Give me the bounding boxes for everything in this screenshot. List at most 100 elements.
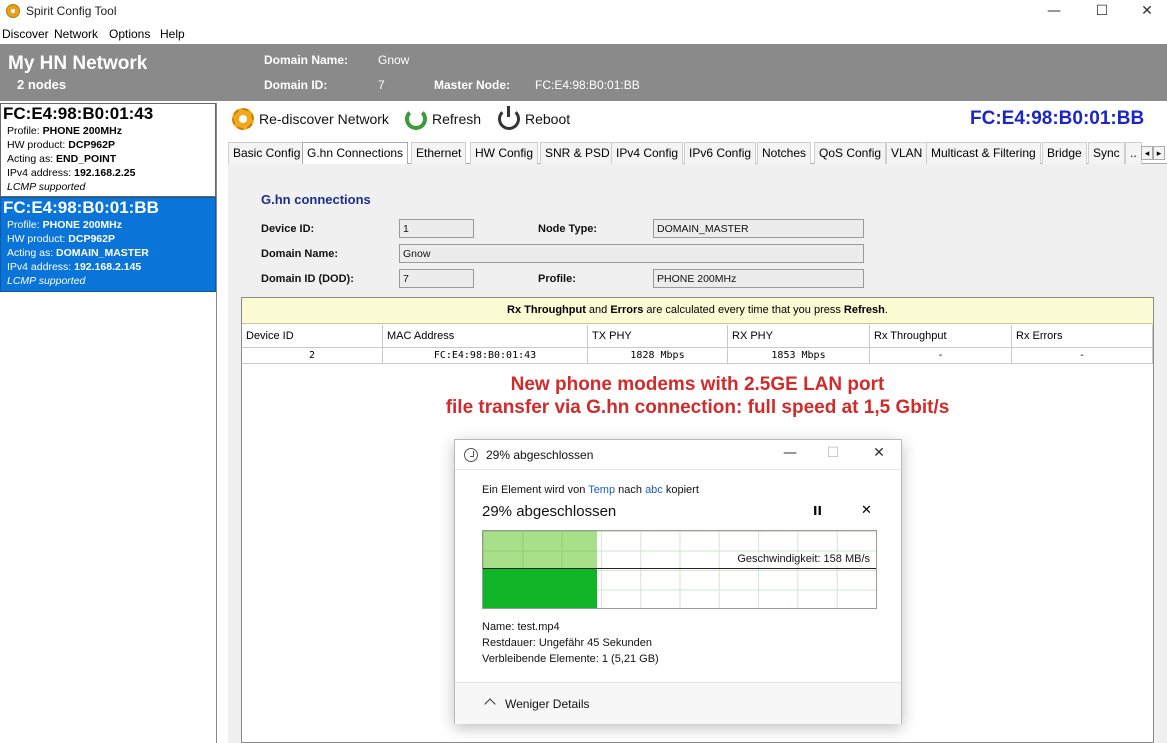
progress-fill-light	[483, 531, 597, 569]
master-node-value: FC:E4:98:B0:01:BB	[535, 78, 640, 92]
node-ipv4: IPv4 address: 192.168.2.145	[7, 261, 142, 273]
annotation-line-1: New phone modems with 2.5GE LAN port	[510, 374, 885, 395]
dialog-titlebar: 29% abgeschlossen — ☐ ✕	[455, 440, 901, 470]
tab-basic-config[interactable]: Basic Config	[228, 142, 306, 164]
menu-help[interactable]: Help	[160, 27, 185, 41]
close-button[interactable]: ✕	[1124, 0, 1167, 24]
maximize-button[interactable]: ☐	[1079, 0, 1125, 24]
node-lcmp: LCMP supported	[7, 275, 86, 287]
refresh-button[interactable]: Refresh	[405, 106, 481, 132]
refresh-icon	[405, 108, 427, 130]
domain-name-value: Gnow	[378, 53, 410, 67]
tab-snr-psd[interactable]: SNR & PSD	[540, 142, 615, 164]
master-node-label: Master Node:	[434, 78, 511, 92]
dialog-minimize-button[interactable]: —	[775, 445, 805, 461]
fewer-details-button[interactable]: Weniger Details	[505, 697, 589, 711]
node-mac: FC:E4:98:B0:01:BB	[3, 198, 159, 217]
table-cell[interactable]: 1853 Mbps	[728, 348, 870, 364]
menu-network[interactable]: Network	[54, 27, 98, 41]
remaining-items: Verbleibende Elemente: 1 (5,21 GB)	[482, 653, 659, 665]
domain-id-label: Domain ID:	[264, 78, 328, 92]
copy-progress-dialog: 29% abgeschlossen — ☐ ✕ Ein Element wird…	[454, 439, 902, 724]
dialog-close-button[interactable]: ✕	[864, 445, 894, 461]
power-icon	[498, 106, 520, 130]
node-acting-as: Acting as: END_POINT	[7, 153, 117, 165]
minimize-button[interactable]: —	[1031, 0, 1077, 24]
reboot-button[interactable]: Reboot	[498, 106, 570, 132]
pause-button[interactable]: II	[813, 504, 822, 518]
col-rx-phy[interactable]: RX PHY	[728, 325, 870, 348]
profile-field: PHONE 200MHz	[653, 269, 864, 288]
dialog-maximize-button: ☐	[826, 445, 840, 461]
node-type-field: DOMAIN_MASTER	[653, 219, 864, 238]
domain-id-dod-field: 7	[399, 269, 474, 288]
tab-ipv6-config[interactable]: IPv6 Config	[684, 142, 757, 164]
destination-folder-link[interactable]: abc	[645, 484, 663, 496]
dialog-title: 29% abgeschlossen	[486, 448, 594, 462]
annotation-line-2: file transfer via G.hn connection: full …	[445, 397, 950, 418]
tab-ipv4-config[interactable]: IPv4 Config	[611, 142, 684, 164]
table-cell[interactable]: FC:E4:98:B0:01:43	[383, 348, 588, 364]
tab-hw-config[interactable]: HW Config	[470, 142, 539, 164]
node-list: FC:E4:98:B0:01:43 Profile: PHONE 200MHz …	[0, 103, 217, 743]
col-rx-errors[interactable]: Rx Errors	[1012, 325, 1153, 348]
node-type-label: Node Type:	[538, 223, 598, 235]
node-item-selected[interactable]: FC:E4:98:B0:01:BB Profile: PHONE 200MHz …	[0, 197, 216, 292]
remaining-time: Restdauer: Ungefähr 45 Sekunden	[482, 637, 653, 649]
network-header: My HN Network 2 nodes Domain Name: Gnow …	[0, 44, 1167, 101]
section-title: G.hn connections	[261, 192, 371, 207]
col-device-id[interactable]: Device ID	[242, 325, 383, 348]
col-tx-phy[interactable]: TX PHY	[588, 325, 728, 348]
table-cell[interactable]: 2	[242, 348, 383, 364]
transfer-speed-graph: Geschwindigkeit: 158 MB/s	[482, 530, 877, 609]
copy-description: Ein Element wird von Temp nach abc kopie…	[482, 484, 699, 496]
tab-qos-config[interactable]: QoS Config	[814, 142, 887, 164]
node-acting-as: Acting as: DOMAIN_MASTER	[7, 247, 149, 259]
col-rx-throughput[interactable]: Rx Throughput	[870, 325, 1012, 348]
tab-bar: Basic Config G.hn Connections Ethernet H…	[228, 142, 1167, 165]
device-id-field: 1	[399, 219, 474, 238]
profile-label: Profile:	[538, 273, 576, 285]
node-count: 2 nodes	[17, 77, 67, 92]
domain-id-dod-label: Domain ID (DOD):	[261, 273, 354, 285]
node-mac: FC:E4:98:B0:01:43	[3, 104, 154, 123]
app-gear-icon	[6, 4, 20, 18]
rediscover-network-button[interactable]: Re-discover Network	[232, 106, 389, 132]
tab-vlan[interactable]: VLAN	[886, 142, 928, 164]
tab-multicast-filtering[interactable]: Multicast & Filtering	[926, 142, 1041, 164]
node-profile: Profile: PHONE 200MHz	[7, 219, 122, 231]
domain-name-field: Gnow	[399, 244, 864, 263]
node-ipv4: IPv4 address: 192.168.2.25	[7, 167, 136, 179]
window-titlebar: Spirit Config Tool — ☐ ✕	[0, 0, 1167, 24]
tab-ghn-connections[interactable]: G.hn Connections	[302, 142, 409, 165]
speed-label: Geschwindigkeit: 158 MB/s	[737, 553, 870, 565]
tab-ethernet[interactable]: Ethernet	[411, 142, 467, 164]
menu-discover[interactable]: Discover	[2, 27, 49, 41]
network-title: My HN Network	[8, 53, 148, 74]
menu-bar: Discover Network Options Help	[0, 25, 1167, 44]
table-cell[interactable]: -	[1012, 348, 1153, 364]
source-folder-link[interactable]: Temp	[588, 484, 615, 496]
table-cell[interactable]: 1828 Mbps	[588, 348, 728, 364]
dialog-footer[interactable]: Weniger Details	[455, 682, 901, 724]
tab-sync[interactable]: Sync	[1088, 142, 1125, 164]
node-profile: Profile: PHONE 200MHz	[7, 125, 122, 137]
node-lcmp: LCMP supported	[7, 181, 86, 193]
tab-bridge[interactable]: Bridge	[1042, 142, 1087, 164]
col-mac-address[interactable]: MAC Address	[383, 325, 588, 348]
cancel-copy-button[interactable]: ✕	[861, 503, 872, 518]
node-hw-product: HW product: DCP962P	[7, 139, 115, 151]
domain-name-label: Domain Name:	[261, 248, 339, 260]
tab-scroll-right-button[interactable]: ▸	[1153, 146, 1165, 160]
clock-icon	[464, 448, 478, 462]
speed-line	[483, 568, 876, 569]
node-item[interactable]: FC:E4:98:B0:01:43 Profile: PHONE 200MHz …	[0, 103, 216, 197]
table-cell[interactable]: -	[870, 348, 1012, 364]
tab-notches[interactable]: Notches	[757, 142, 812, 164]
window-title: Spirit Config Tool	[26, 4, 117, 18]
tab-more[interactable]: ..	[1125, 142, 1142, 164]
menu-options[interactable]: Options	[109, 27, 150, 41]
domain-name-label: Domain Name:	[264, 53, 349, 67]
tab-scroll-left-button[interactable]: ◂	[1141, 146, 1153, 160]
throughput-notice: Rx Throughput and Errors are calculated …	[242, 298, 1153, 324]
